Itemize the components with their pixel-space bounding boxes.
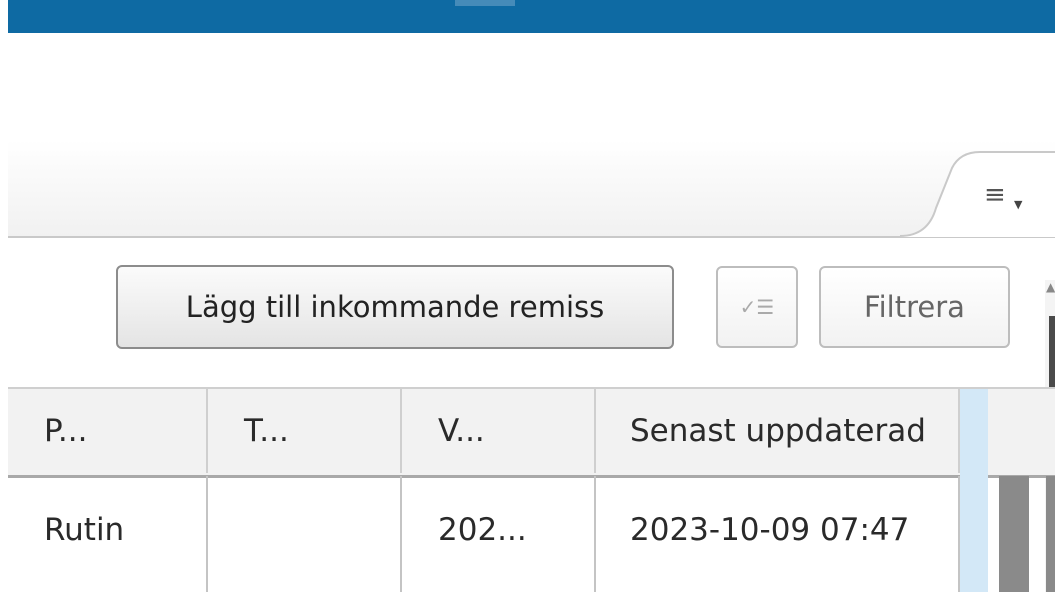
filter-button[interactable]: Filtrera bbox=[819, 266, 1010, 348]
hamburger-menu-icon[interactable]: ≡ ▼ bbox=[984, 180, 1024, 211]
chevron-down-icon: ▼ bbox=[1014, 198, 1023, 211]
menu-lines-icon: ≡ bbox=[984, 180, 1006, 210]
add-incoming-referral-button[interactable]: Lägg till inkommande remiss bbox=[116, 265, 674, 349]
tab-strip bbox=[8, 140, 1055, 238]
grey-edge bbox=[1046, 476, 1055, 592]
header-notch bbox=[455, 0, 515, 6]
column-header-v[interactable]: V... bbox=[402, 389, 596, 473]
column-header-t[interactable]: T... bbox=[208, 389, 402, 473]
cell-last-updated: 2023-10-09 07:47 bbox=[596, 476, 960, 592]
scroll-up-icon[interactable]: ▲ bbox=[1046, 280, 1055, 294]
cell-priority: Rutin bbox=[8, 476, 208, 592]
grey-panel bbox=[999, 476, 1029, 592]
tab-menu[interactable] bbox=[900, 148, 1055, 238]
column-header-last-updated[interactable]: Senast uppdaterad bbox=[596, 389, 960, 473]
cell-type bbox=[208, 476, 402, 592]
checklist-icon: ✓☰ bbox=[739, 295, 775, 319]
select-columns-button[interactable]: ✓☰ bbox=[716, 266, 798, 348]
column-header-p[interactable]: P... bbox=[8, 389, 208, 473]
top-header-bar bbox=[8, 0, 1055, 33]
selection-highlight bbox=[960, 389, 988, 592]
cell-v: 202... bbox=[402, 476, 596, 592]
